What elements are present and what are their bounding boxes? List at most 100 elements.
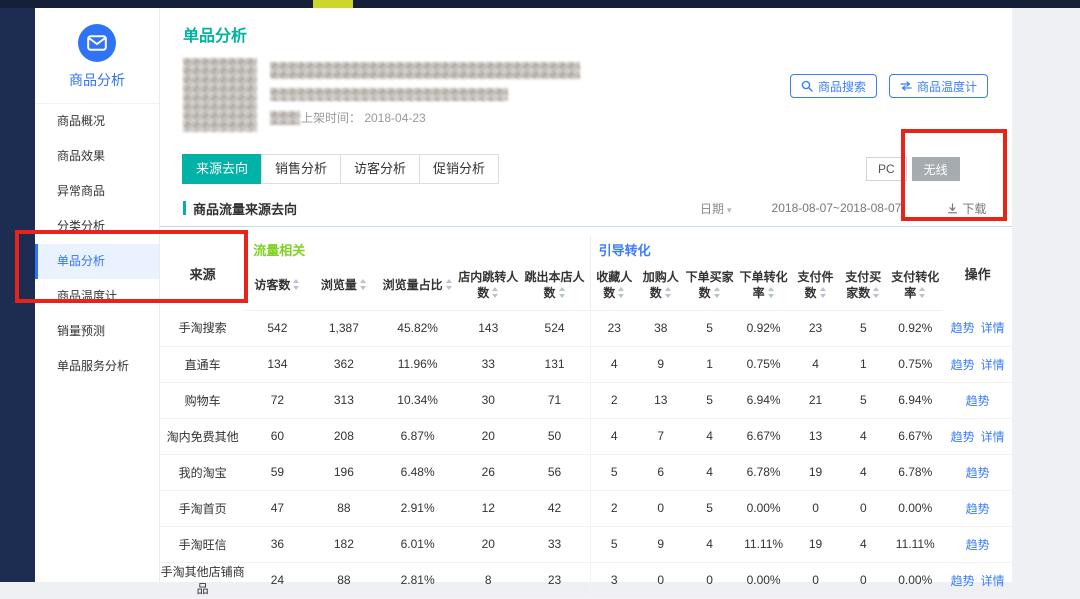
download-icon bbox=[947, 203, 958, 214]
source-cell: 我的淘宝 bbox=[160, 454, 245, 490]
sort-icon[interactable] bbox=[820, 287, 827, 298]
value-cell: 72 bbox=[245, 382, 309, 418]
device-toggle-option[interactable]: PC bbox=[866, 157, 907, 181]
sort-icon[interactable] bbox=[293, 279, 300, 290]
sort-icon[interactable] bbox=[492, 287, 499, 298]
value-cell: 5 bbox=[839, 382, 887, 418]
sort-icon[interactable] bbox=[768, 287, 775, 298]
value-cell: 0.75% bbox=[887, 346, 943, 382]
column-label: 店内跳转人数 bbox=[458, 270, 518, 300]
section-accent-bar bbox=[183, 201, 186, 215]
trend-link[interactable]: 趋势 bbox=[951, 358, 975, 372]
sidebar-item[interactable]: 单品分析 bbox=[35, 244, 159, 279]
value-cell: 4 bbox=[590, 418, 638, 454]
value-cell: 20 bbox=[457, 526, 519, 562]
value-cell: 0 bbox=[638, 490, 684, 526]
product-title-blurred bbox=[270, 62, 580, 79]
sort-icon[interactable] bbox=[559, 287, 566, 298]
column-header[interactable]: 加购人数 bbox=[638, 262, 684, 310]
sidebar-brand: 商品分析 bbox=[35, 8, 159, 104]
source-cell: 淘内免费其他 bbox=[160, 418, 245, 454]
column-header[interactable]: 访客数 bbox=[245, 262, 309, 310]
column-header[interactable]: 浏览量 bbox=[310, 262, 379, 310]
value-cell: 2.81% bbox=[378, 562, 457, 598]
column-header[interactable]: 浏览量占比 bbox=[378, 262, 457, 310]
value-cell: 134 bbox=[245, 346, 309, 382]
sidebar-item[interactable]: 商品概况 bbox=[35, 104, 159, 139]
value-cell: 88 bbox=[310, 562, 379, 598]
tab[interactable]: 来源去向 bbox=[182, 154, 262, 184]
source-cell: 直通车 bbox=[160, 346, 245, 382]
tab[interactable]: 访客分析 bbox=[340, 154, 420, 184]
table-row: 手淘其他店铺商品24882.81%8233000.00%000.00%趋势详情 bbox=[160, 562, 1012, 598]
tab[interactable]: 销售分析 bbox=[261, 154, 341, 184]
product-search-button[interactable]: 商品搜索 bbox=[790, 74, 877, 98]
details-link[interactable]: 详情 bbox=[981, 358, 1005, 372]
analysis-tabs: 来源去向销售分析访客分析促销分析 bbox=[183, 154, 499, 184]
swap-arrows-icon bbox=[900, 81, 912, 91]
value-cell: 56 bbox=[519, 454, 590, 490]
value-cell: 0 bbox=[839, 562, 887, 598]
trend-link[interactable]: 趋势 bbox=[951, 574, 975, 588]
ops-column-header: 操作 bbox=[943, 236, 1012, 310]
sidebar-item[interactable]: 单品服务分析 bbox=[35, 349, 159, 384]
listing-date-label: 上架时间： 2018-04-23 bbox=[301, 109, 426, 126]
column-header[interactable]: 下单买家数 bbox=[684, 262, 736, 310]
trend-link[interactable]: 趋势 bbox=[966, 538, 990, 552]
value-cell: 23 bbox=[590, 310, 638, 346]
sort-icon[interactable] bbox=[360, 279, 367, 290]
device-toggle-option[interactable]: 无线 bbox=[912, 157, 960, 181]
column-header[interactable]: 支付买家数 bbox=[839, 262, 887, 310]
sidebar-item[interactable]: 销量预测 bbox=[35, 314, 159, 349]
tabs-row: 来源去向销售分析访客分析促销分析 PC无线 bbox=[160, 154, 1012, 185]
value-cell: 5 bbox=[684, 310, 736, 346]
sidebar-menu: 商品概况商品效果异常商品分类分析单品分析商品温度计销量预测单品服务分析 bbox=[35, 104, 159, 384]
trend-link[interactable]: 趋势 bbox=[966, 466, 990, 480]
sidebar-item[interactable]: 异常商品 bbox=[35, 174, 159, 209]
details-link[interactable]: 详情 bbox=[981, 321, 1005, 335]
product-subtitle-blurred bbox=[270, 88, 508, 101]
table-row: 直通车13436211.96%331314910.75%410.75%趋势详情 bbox=[160, 346, 1012, 382]
sort-icon[interactable] bbox=[714, 287, 721, 298]
value-cell: 196 bbox=[310, 454, 379, 490]
sort-icon[interactable] bbox=[446, 279, 453, 290]
column-header[interactable]: 店内跳转人数 bbox=[457, 262, 519, 310]
details-link[interactable]: 详情 bbox=[981, 574, 1005, 588]
column-header[interactable]: 下单转化率 bbox=[736, 262, 792, 310]
product-analysis-module-icon[interactable] bbox=[78, 24, 116, 62]
tab[interactable]: 促销分析 bbox=[419, 154, 499, 184]
value-cell: 23 bbox=[792, 310, 840, 346]
trend-link[interactable]: 趋势 bbox=[966, 502, 990, 516]
mail-icon bbox=[87, 35, 107, 51]
column-header[interactable]: 支付件数 bbox=[792, 262, 840, 310]
product-thermometer-button[interactable]: 商品温度计 bbox=[889, 74, 988, 98]
table-row: 我的淘宝591966.48%26565646.78%1946.78%趋势 bbox=[160, 454, 1012, 490]
sidebar-item[interactable]: 商品效果 bbox=[35, 139, 159, 174]
sort-icon[interactable] bbox=[873, 287, 880, 298]
sort-icon[interactable] bbox=[919, 287, 926, 298]
column-header[interactable]: 收藏人数 bbox=[590, 262, 638, 310]
trend-link[interactable]: 趋势 bbox=[951, 430, 975, 444]
traffic-source-table: 来源 流量相关 引导转化 操作 访客数浏览量浏览量占比店内跳转人数跳出本店人数收… bbox=[160, 236, 1012, 599]
sort-icon[interactable] bbox=[618, 287, 625, 298]
value-cell: 362 bbox=[310, 346, 379, 382]
value-cell: 1 bbox=[684, 346, 736, 382]
date-range-value[interactable]: 2018-08-07~2018-08-07 bbox=[772, 201, 902, 215]
ops-cell: 趋势 bbox=[943, 490, 1012, 526]
sort-icon[interactable] bbox=[665, 287, 672, 298]
column-header[interactable]: 跳出本店人数 bbox=[519, 262, 590, 310]
trend-link[interactable]: 趋势 bbox=[951, 321, 975, 335]
meta-blur-chip bbox=[270, 111, 300, 125]
value-cell: 6.94% bbox=[736, 382, 792, 418]
sidebar-item[interactable]: 分类分析 bbox=[35, 209, 159, 244]
header-buttons: 商品搜索 商品温度计 bbox=[790, 74, 988, 98]
value-cell: 59 bbox=[245, 454, 309, 490]
sidebar-item[interactable]: 商品温度计 bbox=[35, 279, 159, 314]
value-cell: 13 bbox=[792, 418, 840, 454]
column-header[interactable]: 支付转化率 bbox=[887, 262, 943, 310]
download-link[interactable]: 下载 bbox=[947, 200, 986, 217]
trend-link[interactable]: 趋势 bbox=[966, 394, 990, 408]
details-link[interactable]: 详情 bbox=[981, 430, 1005, 444]
value-cell: 9 bbox=[638, 526, 684, 562]
date-dropdown[interactable]: 日期▾ bbox=[700, 200, 732, 217]
